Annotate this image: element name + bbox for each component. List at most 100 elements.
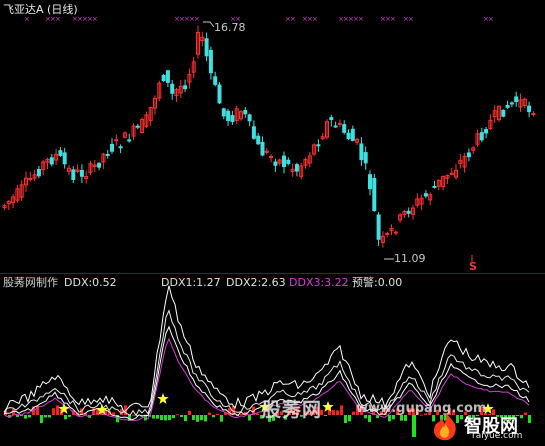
candlestick-chart[interactable]: × × × × × × × × × × × × × × × × × × × × × × × × × × × × × × × × ×: [0, 0, 545, 272]
chart-title: 飞亚达A (日线): [3, 3, 78, 16]
candle-body: [217, 84, 222, 104]
ddx-bar: [348, 415, 351, 422]
ddx3-value: DDX3:3.22: [289, 276, 349, 289]
candle-body: [479, 132, 484, 141]
candle-body: [114, 139, 119, 142]
candle-body: [127, 139, 132, 142]
candle-body: [28, 177, 33, 180]
candle-body: [432, 185, 437, 188]
ddx-value: DDX:0.52: [64, 276, 117, 289]
ddx-bar: [324, 415, 327, 416]
candle-body: [49, 157, 54, 165]
ddx-bar: [48, 415, 51, 418]
candle-body: [204, 38, 209, 57]
indicator-name: 股莠网制作: [3, 276, 58, 289]
top-signal-marker: ×: [358, 15, 364, 23]
candle-body: [213, 76, 218, 85]
ddx-bar: [28, 415, 31, 418]
ddx-bar: [412, 415, 416, 437]
ddx-bar: [520, 415, 523, 419]
candle-body: [514, 96, 519, 103]
candle-body: [449, 172, 454, 175]
candle-body: [372, 177, 377, 211]
high-price-label: 16.78: [214, 21, 246, 34]
top-signal-marker: ×: [92, 15, 98, 23]
candle-body: [269, 156, 274, 159]
candle-body: [161, 74, 166, 82]
candle-body: [282, 155, 286, 168]
candle-body: [286, 159, 291, 164]
candle-body: [466, 152, 471, 158]
watermark-site-name: 股莠网: [262, 399, 323, 421]
candle-body: [363, 152, 368, 164]
ddx-line: [3, 285, 530, 413]
candle-body: [423, 193, 428, 197]
candle-body: [260, 141, 265, 156]
candle-body: [208, 49, 213, 74]
candle-body: [251, 126, 256, 139]
ddx-bar: [172, 415, 175, 419]
candle-body: [221, 108, 226, 117]
candle-body: [226, 110, 231, 122]
ddx1-value: DDX1:1.27: [161, 276, 221, 289]
candle-body: [58, 150, 63, 156]
ddx-bar: [340, 405, 343, 415]
ddx-bar: [336, 410, 339, 415]
flame-logo-icon: [433, 412, 456, 441]
top-signal-marker: ×: [312, 15, 318, 23]
ddx-bar: [152, 415, 155, 419]
candle-body: [342, 124, 347, 133]
candle-body: [273, 161, 278, 166]
candle-body: [527, 105, 532, 113]
high-pointer: [203, 21, 215, 28]
ddx-bar: [112, 412, 115, 415]
ddx-bar: [64, 415, 67, 420]
ddx-bar: [52, 408, 55, 415]
top-signal-marker: ×: [55, 15, 61, 23]
signal-star-icon: [157, 393, 169, 404]
candle-body: [505, 104, 510, 108]
candle-body: [484, 128, 489, 134]
ddx-bar: [180, 415, 183, 417]
ddx2-value: DDX2:2.63: [226, 276, 286, 289]
candle-body: [105, 153, 110, 156]
candle-body: [350, 128, 355, 141]
ddx-bar: [204, 415, 207, 422]
sell-signal-mark: S: [469, 260, 477, 273]
candle-body: [110, 143, 114, 152]
top-signal-marker: ×: [194, 15, 200, 23]
ddx-bar: [192, 415, 195, 420]
ddx-bar: [368, 415, 371, 423]
warning-value: 预警:0.00: [352, 276, 403, 289]
ddx-bar: [352, 411, 355, 415]
candle-body: [368, 174, 372, 190]
candle-body: [346, 132, 351, 140]
candle-body: [247, 114, 252, 122]
ddx-bar: [248, 415, 251, 421]
watermark-logo-url: raiyue.com: [472, 431, 523, 441]
ddx-bar: [212, 415, 215, 418]
ddx-bar: [196, 415, 199, 422]
ddx-bar: [176, 414, 179, 416]
ddx-bar: [132, 414, 135, 416]
ddx-bar: [184, 415, 187, 422]
ddx-bar: [344, 415, 347, 424]
candle-body: [79, 169, 84, 177]
candle-body: [36, 169, 41, 177]
top-signal-marker: ×: [488, 15, 494, 23]
candle-body: [359, 143, 364, 161]
panel-divider[interactable]: [0, 273, 545, 274]
low-price-label: 11.09: [394, 252, 426, 265]
top-signal-marker: ×: [290, 15, 296, 23]
ddx-bar: [160, 415, 163, 421]
ddx-bar: [24, 415, 27, 419]
ddx-bar: [168, 415, 171, 421]
ddx-bar: [332, 410, 335, 415]
candle-body: [62, 152, 67, 165]
ddx-bar: [216, 413, 219, 415]
ddx-bar: [528, 415, 531, 424]
candle-body: [337, 122, 342, 125]
ddx-bar: [16, 415, 19, 417]
candle-body: [393, 231, 398, 234]
candle-body: [97, 162, 102, 168]
